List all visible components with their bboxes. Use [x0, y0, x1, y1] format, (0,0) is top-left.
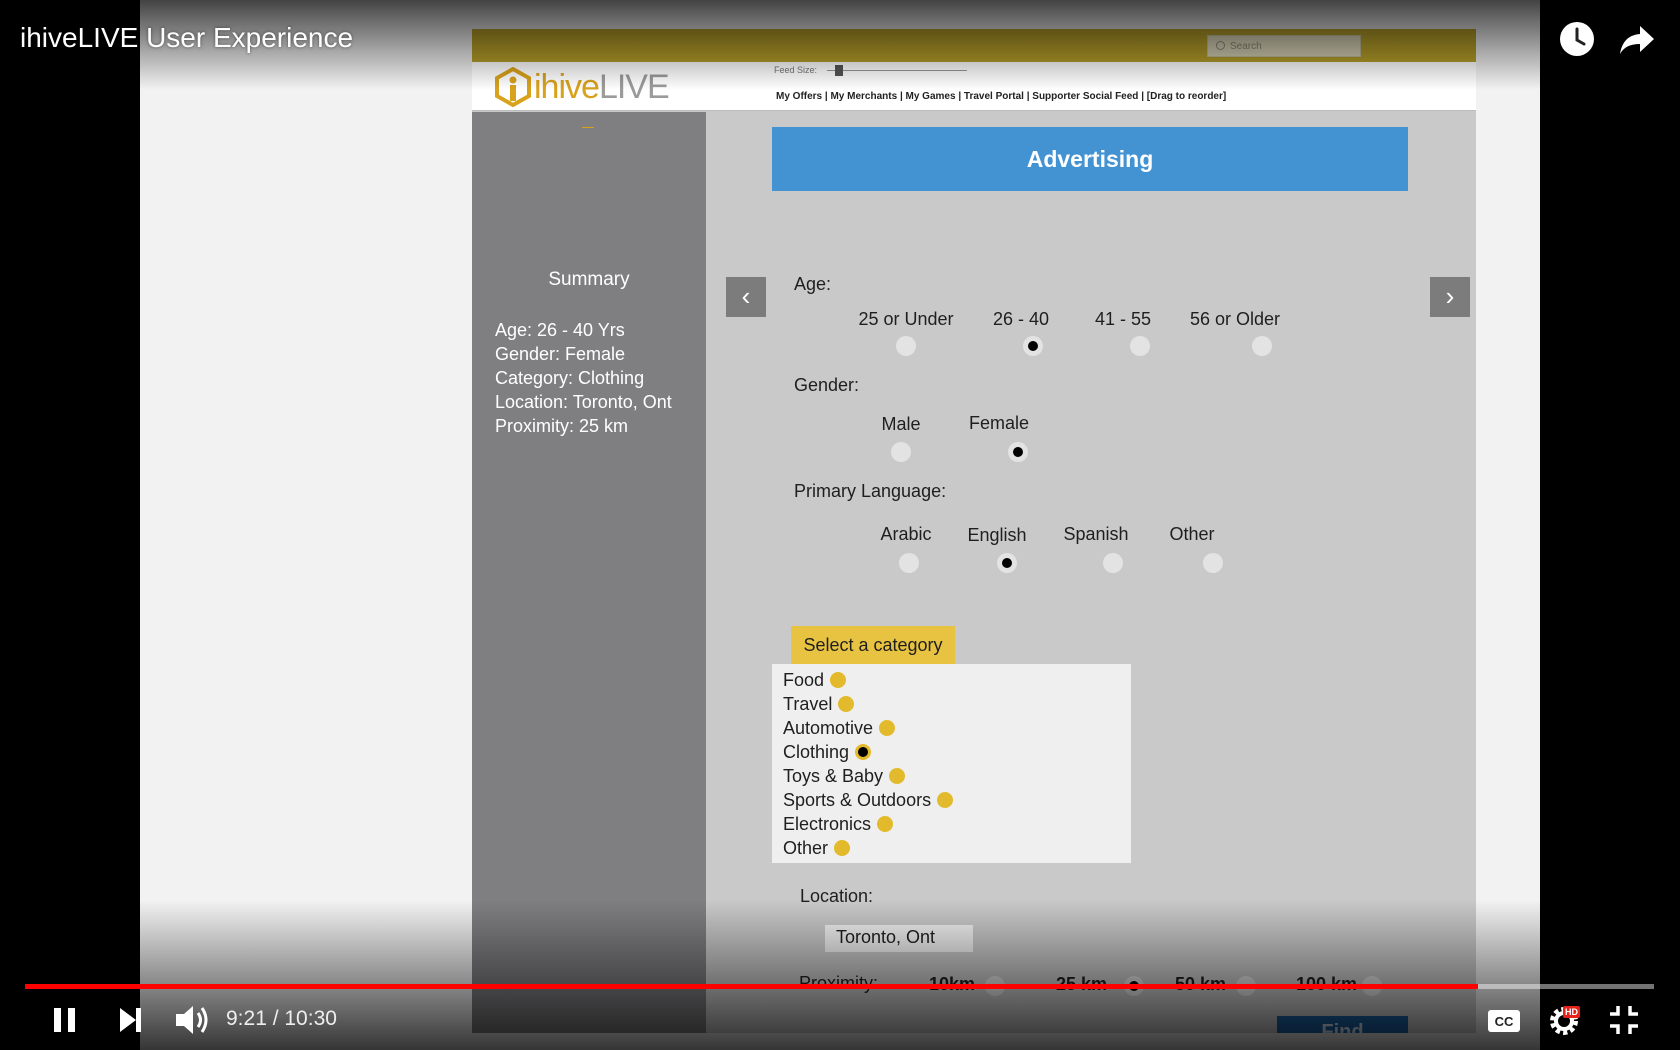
gender-label: Gender:	[794, 375, 860, 395]
summary-proximity: Proximity: 25 km	[495, 416, 629, 436]
category-item-label: Other	[783, 838, 829, 858]
next-arrow-icon: ›	[1430, 277, 1470, 317]
gender-radio	[891, 442, 911, 462]
video-title[interactable]: ihiveLIVE User Experience	[20, 22, 353, 54]
gender-option-label: Female	[968, 413, 1030, 433]
ihivelive-logo: ihiveLIVE	[494, 67, 670, 107]
gender-option-label: Male	[881, 414, 921, 434]
mockup-top-bar: Search	[472, 29, 1476, 62]
age-option-label: 56 or Older	[1189, 309, 1281, 329]
summary-sidebar: Summary Age: 26 - 40 Yrs Gender: Female …	[472, 112, 706, 1033]
language-radio	[1203, 553, 1223, 573]
category-item-label: Toys & Baby	[783, 766, 884, 786]
summary-location: Location: Toronto, Ont	[495, 392, 672, 412]
summary-age: Age: 26 - 40 Yrs	[495, 320, 625, 340]
feed-size-control: Feed Size:	[774, 64, 968, 76]
age-radio	[896, 336, 916, 356]
logo-wordmark: ihiveLIVE	[534, 67, 670, 107]
category-item: Toys & Baby	[783, 764, 1131, 788]
age-radio	[1252, 336, 1272, 356]
language-label: Primary Language:	[794, 481, 947, 501]
category-radio-selected	[855, 744, 872, 760]
category-radio	[877, 816, 894, 832]
category-item: Sports & Outdoors	[783, 788, 1131, 812]
find-button: Find	[1277, 1016, 1408, 1033]
pause-icon[interactable]	[50, 1000, 80, 1040]
category-radio	[834, 840, 851, 856]
progress-fill	[25, 984, 1479, 989]
language-radio	[899, 553, 919, 573]
category-list: Food Travel Automotive Clothing Toys & B…	[772, 664, 1131, 863]
category-radio	[889, 768, 906, 784]
clock-icon[interactable]	[1558, 20, 1596, 58]
location-label: Location:	[800, 886, 874, 906]
age-radio-selected	[1023, 336, 1043, 356]
category-item: Travel	[783, 692, 1131, 716]
time-display: 9:21 / 10:30	[226, 1007, 337, 1030]
advertising-banner: Advertising	[772, 127, 1408, 191]
video-player[interactable]: Search ihiveLIVE Feed Size: My Offers |	[0, 0, 1680, 1050]
language-option-label: Other	[1169, 524, 1215, 544]
language-option-label: English	[967, 525, 1027, 545]
category-item-label: Clothing	[783, 742, 850, 762]
summary-title: Summary	[548, 269, 630, 290]
category-item: Automotive	[783, 716, 1131, 740]
age-radio	[1130, 336, 1150, 356]
category-item-label: Automotive	[783, 718, 874, 738]
summary-category: Category: Clothing	[495, 368, 645, 388]
language-radio-selected	[997, 553, 1017, 573]
category-radio	[830, 672, 847, 688]
category-item: Food	[783, 668, 1131, 692]
logo-text-live: LIVE	[598, 67, 670, 106]
age-option-label: 26 - 40	[992, 309, 1050, 329]
category-header: Select a category	[791, 626, 955, 664]
language-radio	[1103, 553, 1123, 573]
mockup-nav-links: My Offers | My Merchants | My Games | Tr…	[776, 91, 1227, 102]
feed-size-slider	[827, 64, 968, 76]
location-field: Toronto, Ont	[825, 925, 973, 952]
gender-radio-selected	[1008, 442, 1028, 462]
mockup-header: ihiveLIVE Feed Size: My Offers | My Merc…	[472, 62, 1476, 111]
summary-gender: Gender: Female	[495, 344, 626, 364]
hive-logo-icon	[495, 67, 531, 107]
ihivelive-mockup: Search ihiveLIVE Feed Size: My Offers |	[472, 29, 1476, 1033]
category-item-label: Food	[783, 670, 825, 690]
cc-icon[interactable]: CC	[1486, 1000, 1522, 1040]
progress-bar[interactable]	[25, 984, 1654, 989]
hd-badge: HD	[1563, 1006, 1580, 1018]
next-icon[interactable]	[116, 1000, 146, 1040]
language-option-label: Arabic	[880, 524, 932, 544]
language-option-label: Spanish	[1063, 524, 1129, 544]
summary-list: Age: 26 - 40 Yrs Gender: Female Category…	[495, 318, 672, 438]
mockup-search-field: Search	[1207, 35, 1361, 57]
age-label: Age:	[794, 274, 832, 294]
category-item-label: Sports & Outdoors	[783, 790, 932, 810]
volume-icon[interactable]	[172, 1000, 212, 1040]
feed-size-label: Feed Size:	[774, 65, 818, 75]
share-icon[interactable]	[1618, 20, 1656, 58]
sidebar-accent-mark	[582, 127, 594, 128]
category-item: Other	[783, 836, 1131, 860]
category-item-label: Electronics	[783, 814, 872, 834]
category-radio	[838, 696, 855, 712]
category-item: Electronics	[783, 812, 1131, 836]
advertising-form: Advertising ‹ › Age: 25 or Under 26 - 40…	[706, 112, 1476, 1033]
logo-text-ihive: ihive	[534, 67, 600, 106]
prev-arrow-icon: ‹	[726, 277, 766, 317]
search-placeholder: Search	[1230, 41, 1262, 52]
video-frame: Search ihiveLIVE Feed Size: My Offers |	[140, 0, 1540, 1050]
svg-text:CC: CC	[1495, 1014, 1514, 1029]
age-option-label: 41 - 55	[1094, 309, 1152, 329]
category-radio	[879, 720, 896, 736]
feed-size-knob	[835, 64, 844, 76]
search-icon	[1216, 41, 1225, 50]
category-item-label: Travel	[783, 694, 833, 714]
category-item: Clothing	[783, 740, 1131, 764]
exit-fullscreen-icon[interactable]	[1606, 1000, 1642, 1040]
age-option-label: 25 or Under	[858, 309, 954, 329]
category-radio	[937, 792, 954, 808]
